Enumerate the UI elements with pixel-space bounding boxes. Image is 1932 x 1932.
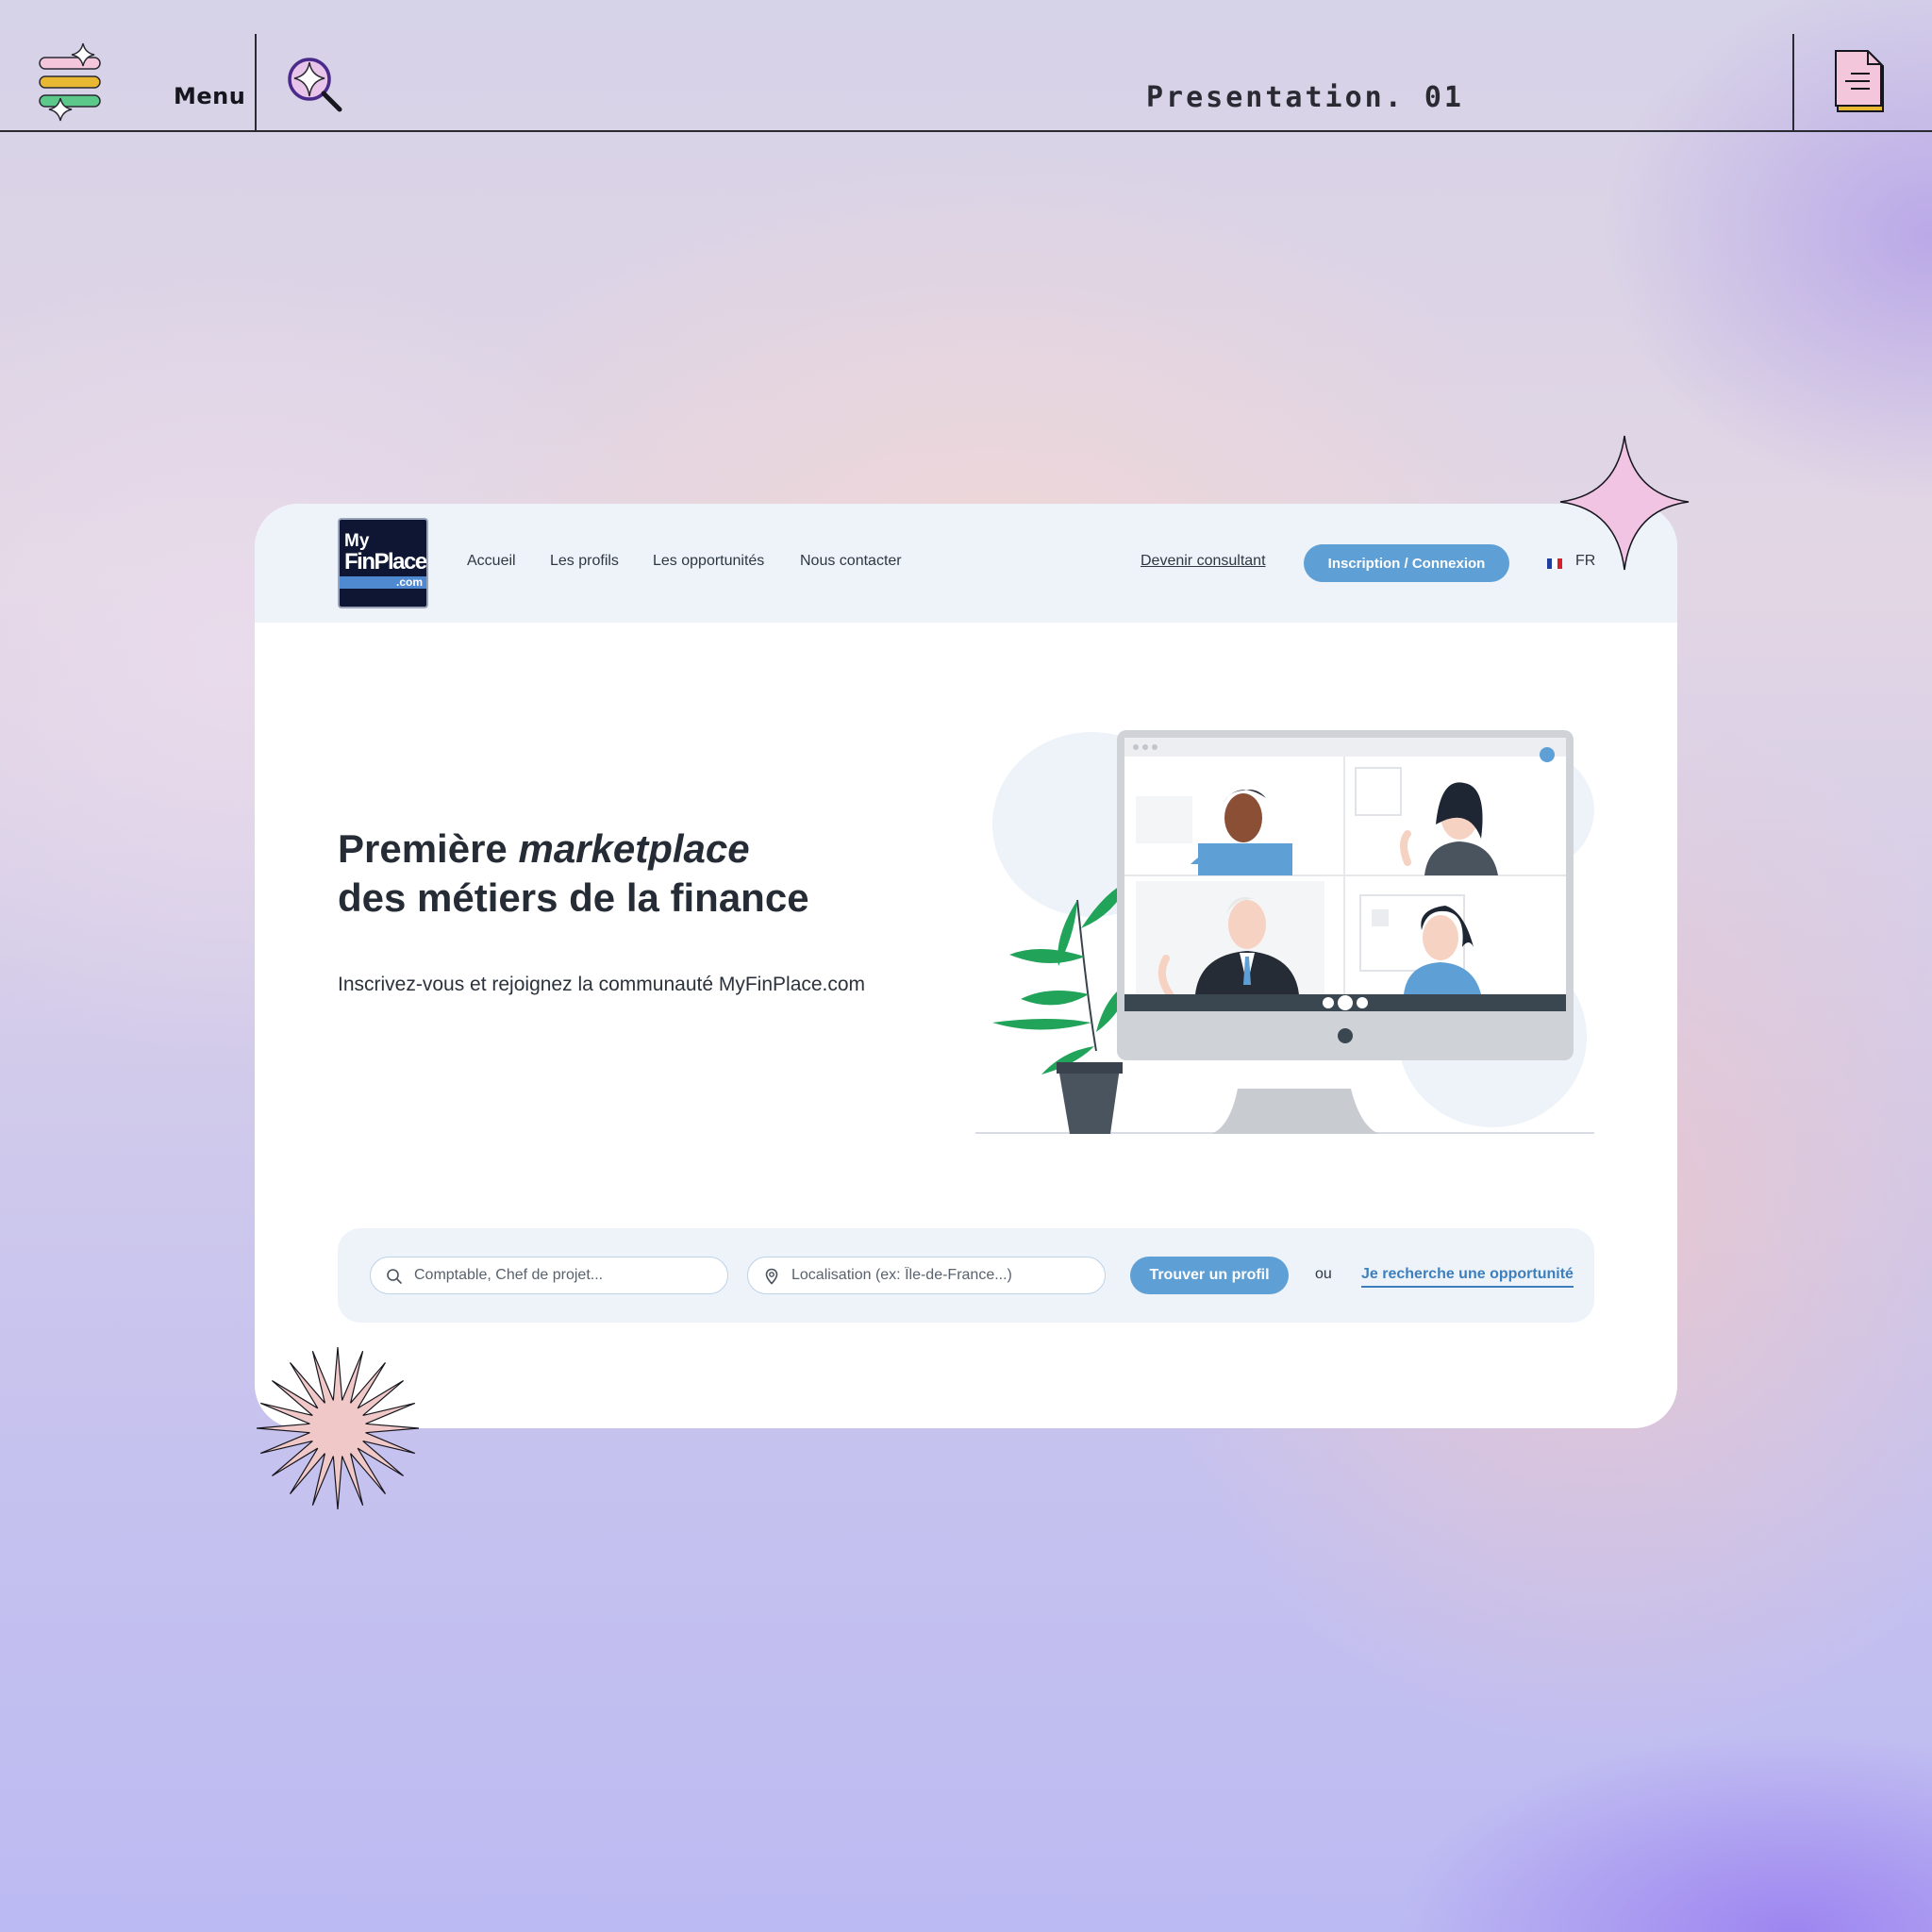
become-consultant-link[interactable]: Devenir consultant xyxy=(1141,553,1266,570)
hero-subtitle: Inscrivez-vous et rejoignez la communaut… xyxy=(338,974,866,995)
divider xyxy=(255,34,257,132)
plant-icon xyxy=(992,881,1132,1134)
video-call-illustration xyxy=(975,730,1594,1134)
site-navbar: My FinPlace .com Accueil Les profils Les… xyxy=(255,504,1677,623)
hero-title: Première marketplace des métiers de la fi… xyxy=(338,826,809,920)
location-pin-icon xyxy=(765,1268,778,1285)
menu-icon[interactable] xyxy=(36,42,108,123)
sparkle-star-decoration xyxy=(1559,435,1690,571)
search-panel: Trouver un profil ou Je recherche une op… xyxy=(338,1228,1594,1323)
location-search-field[interactable] xyxy=(747,1257,1106,1294)
or-label: ou xyxy=(1315,1266,1332,1282)
presentation-title: Presentation. 01 xyxy=(1146,81,1464,114)
nav-link-opportunites[interactable]: Les opportunités xyxy=(653,553,764,570)
nav-link-profils[interactable]: Les profils xyxy=(550,553,619,570)
search-sparkle-icon[interactable] xyxy=(285,55,343,113)
find-profile-button[interactable]: Trouver un profil xyxy=(1130,1257,1289,1294)
starburst-decoration xyxy=(256,1346,420,1510)
location-search-input[interactable] xyxy=(791,1257,1095,1293)
search-icon xyxy=(387,1269,402,1284)
nav-link-accueil[interactable]: Accueil xyxy=(467,553,516,570)
login-signup-button[interactable]: Inscription / Connexion xyxy=(1304,544,1509,582)
document-icon[interactable] xyxy=(1834,49,1887,115)
job-search-field[interactable] xyxy=(370,1257,728,1294)
opportunity-link[interactable]: Je recherche une opportunité xyxy=(1361,1266,1574,1288)
nav-link-contact[interactable]: Nous contacter xyxy=(800,553,902,570)
menu-label[interactable]: Menu xyxy=(174,83,245,109)
job-search-input[interactable] xyxy=(414,1257,718,1293)
divider xyxy=(1792,34,1794,132)
myfinplace-logo[interactable]: My FinPlace .com xyxy=(338,518,428,608)
top-bar: Menu Presentation. 01 xyxy=(0,0,1932,132)
website-preview-card: My FinPlace .com Accueil Les profils Les… xyxy=(255,504,1677,1428)
